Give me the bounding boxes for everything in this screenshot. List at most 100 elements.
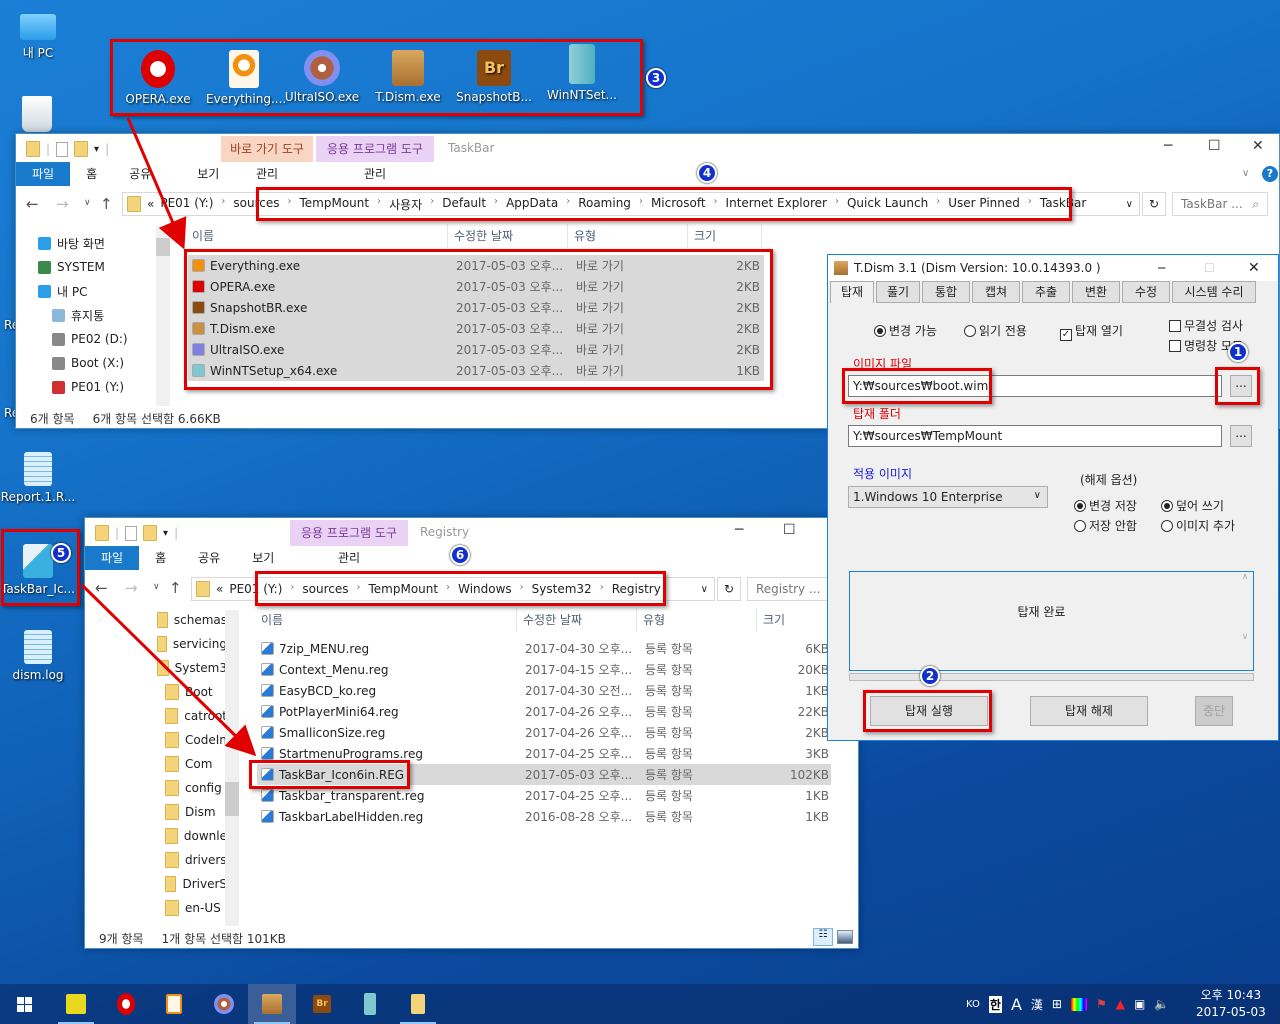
browse-folder-button[interactable]: ... [1230,425,1252,447]
taskbar-winntsetup[interactable] [346,984,394,1024]
breadcrumb-item[interactable]: PE01 (Y:) [229,582,282,596]
breadcrumb-separator-icon[interactable]: › [446,582,450,596]
breadcrumb-separator-icon[interactable]: › [221,196,225,213]
tab-home[interactable]: 홈 [139,546,182,570]
properties-icon[interactable] [125,525,138,541]
breadcrumb-separator-icon[interactable]: › [377,196,381,213]
desktop-icon-report[interactable]: Report.1.R... [0,452,76,504]
overflow-chevron[interactable]: « [147,197,154,211]
customize-qat-icon[interactable]: ▾ [94,144,99,155]
maximize-button[interactable]: ☐ [783,522,796,538]
tab-share[interactable]: 공유 [113,162,167,186]
minimize-button[interactable]: ─ [1158,261,1165,275]
nav-folder[interactable]: downle [157,824,227,848]
expand-ribbon-icon[interactable]: ∨ [1242,168,1249,179]
nav-item[interactable]: SYSTEM [38,255,156,279]
mount-folder-input[interactable]: Y:₩sources₩TempMount [848,425,1222,447]
breadcrumb-separator-icon[interactable]: › [566,196,570,213]
tray-app-icon[interactable]: ⚑ [1096,997,1107,1011]
browse-image-button[interactable]: ... [1230,375,1252,397]
file-row[interactable]: UltraISO.exe 2017-05-03 오후... 바로 가기 2KB [188,339,764,360]
language-indicator[interactable]: KO [966,999,980,1010]
tdism-tab[interactable]: 탑재 [830,281,874,303]
radio-readonly[interactable]: 읽기 전용 [964,322,1027,339]
checkbox-open-mount[interactable]: ✓ 탑재 열기 [1060,322,1123,341]
breadcrumb-item[interactable]: sources [302,582,348,596]
breadcrumb-separator-icon[interactable]: › [835,196,839,213]
tdism-tab[interactable]: 추출 [1022,281,1070,303]
nav-folder[interactable]: schemas [157,608,227,632]
nav-folder[interactable]: System3 [157,656,227,680]
unmount-button[interactable]: 탑재 해제 [1030,696,1148,726]
tab-home[interactable]: 홈 [70,162,113,186]
column-size[interactable]: 크기 [688,224,762,248]
tray-app-icon-2[interactable]: ▲ [1116,997,1125,1011]
refresh-button[interactable]: ↻ [1142,192,1166,216]
nav-item[interactable]: 휴지통 [38,303,156,327]
folder-icon[interactable] [26,141,40,157]
breadcrumb-separator-icon[interactable]: › [520,582,524,596]
large-icons-view-button[interactable] [837,930,853,944]
nav-folder[interactable]: CodeIn [157,728,227,752]
log-scrollbar[interactable]: ∧ ∨ [1237,572,1253,670]
up-button[interactable]: ↑ [169,579,182,597]
breadcrumb-item[interactable]: Microsoft [651,196,706,213]
details-view-button[interactable]: ☷ [813,928,833,946]
file-row[interactable]: 7zip_MENU.reg 2017-04-30 오후... 등록 항목 6KB [257,638,831,659]
ime-hanja-icon[interactable]: 漢 [1031,996,1043,1013]
breadcrumb-separator-icon[interactable]: › [714,196,718,213]
breadcrumb-item[interactable]: TempMount [300,196,370,213]
breadcrumb-item[interactable]: Roaming [578,196,631,213]
recycle-bin-icon[interactable] [22,96,52,132]
file-row[interactable]: SnapshotBR.exe 2017-05-03 오후... 바로 가기 2KB [188,297,764,318]
address-bar[interactable]: « PE01 (Y:) › sources › TempMount › 사용자 › Defaul… [122,192,1140,216]
nav-scrollbar[interactable] [225,610,239,926]
tdism-tab[interactable]: 시스템 수리 [1172,281,1256,303]
breadcrumb-item[interactable]: User Pinned [948,196,1020,213]
pinned-tdism[interactable]: T.Dism.exe [370,50,446,104]
taskbar-ultraiso[interactable] [200,984,248,1024]
radio-append-image[interactable]: 이미지 추가 [1161,517,1235,534]
radio-overwrite[interactable]: 덮어 쓰기 [1161,497,1224,514]
breadcrumb-item[interactable]: sources [233,196,279,213]
taskbar-registry-editor[interactable] [52,984,100,1024]
network-icon[interactable]: ⊞ [1052,997,1062,1011]
breadcrumb-separator-icon[interactable]: › [600,582,604,596]
nav-item[interactable]: PE01 (Y:) [38,375,156,399]
file-row[interactable]: Context_Menu.reg 2017-04-15 오후... 등록 항목 20K… [257,659,831,680]
nav-item[interactable]: 내 PC [38,279,156,303]
breadcrumb-separator-icon[interactable]: › [357,582,361,596]
address-dropdown-icon[interactable]: ∨ [701,584,708,595]
breadcrumb-separator-icon[interactable]: › [430,196,434,213]
pinned-snapshotbr[interactable]: Br SnapshotB... [456,50,532,104]
file-row[interactable]: Taskbar_transparent.reg 2017-04-25 오후... 등… [257,785,831,806]
file-row[interactable]: T.Dism.exe 2017-05-03 오후... 바로 가기 2KB [188,318,764,339]
context-tab-app-tools[interactable]: 응용 프로그램 도구 관리 [316,136,434,186]
tab-view[interactable]: 보기 [236,546,290,570]
overflow-chevron[interactable]: « [216,582,223,596]
tdism-tab[interactable]: 변환 [1072,281,1120,303]
taskbar-everything[interactable] [150,984,198,1024]
folder-icon[interactable] [95,525,109,541]
column-type[interactable]: 유형 [637,608,757,632]
customize-qat-icon[interactable]: ▾ [163,528,168,539]
breadcrumb-separator-icon[interactable]: › [1028,196,1032,213]
breadcrumb-separator-icon[interactable]: › [639,196,643,213]
search-input[interactable]: TaskBar ... ⌕ [1172,192,1268,216]
file-row[interactable]: TaskBar_Icon6in.REG 2017-05-03 오후... 등록 항목… [257,764,831,785]
taskbar-file-explorer[interactable] [394,984,442,1024]
nav-folder[interactable]: config [157,776,227,800]
pinned-everything[interactable]: Everything.... [206,50,286,106]
breadcrumb-item[interactable]: Default [442,196,486,213]
apply-image-select[interactable]: 1.Windows 10 Enterprise ∨ [848,486,1048,508]
desktop-icon-my-pc[interactable]: 내 PC [0,10,76,61]
nav-folder[interactable]: catroot [157,704,227,728]
file-row[interactable]: OPERA.exe 2017-05-03 오후... 바로 가기 2KB [188,276,764,297]
tab-view[interactable]: 보기 [167,162,235,186]
column-name[interactable]: 이름 [255,608,517,632]
nav-folder[interactable]: Boot [157,680,227,704]
checkbox-integrity[interactable]: 무결성 검사 [1169,317,1243,334]
breadcrumb-item[interactable]: 사용자 [389,196,422,213]
nav-item[interactable]: 바탕 화면 [38,231,156,255]
radio-discard[interactable]: 저장 안함 [1074,517,1137,534]
